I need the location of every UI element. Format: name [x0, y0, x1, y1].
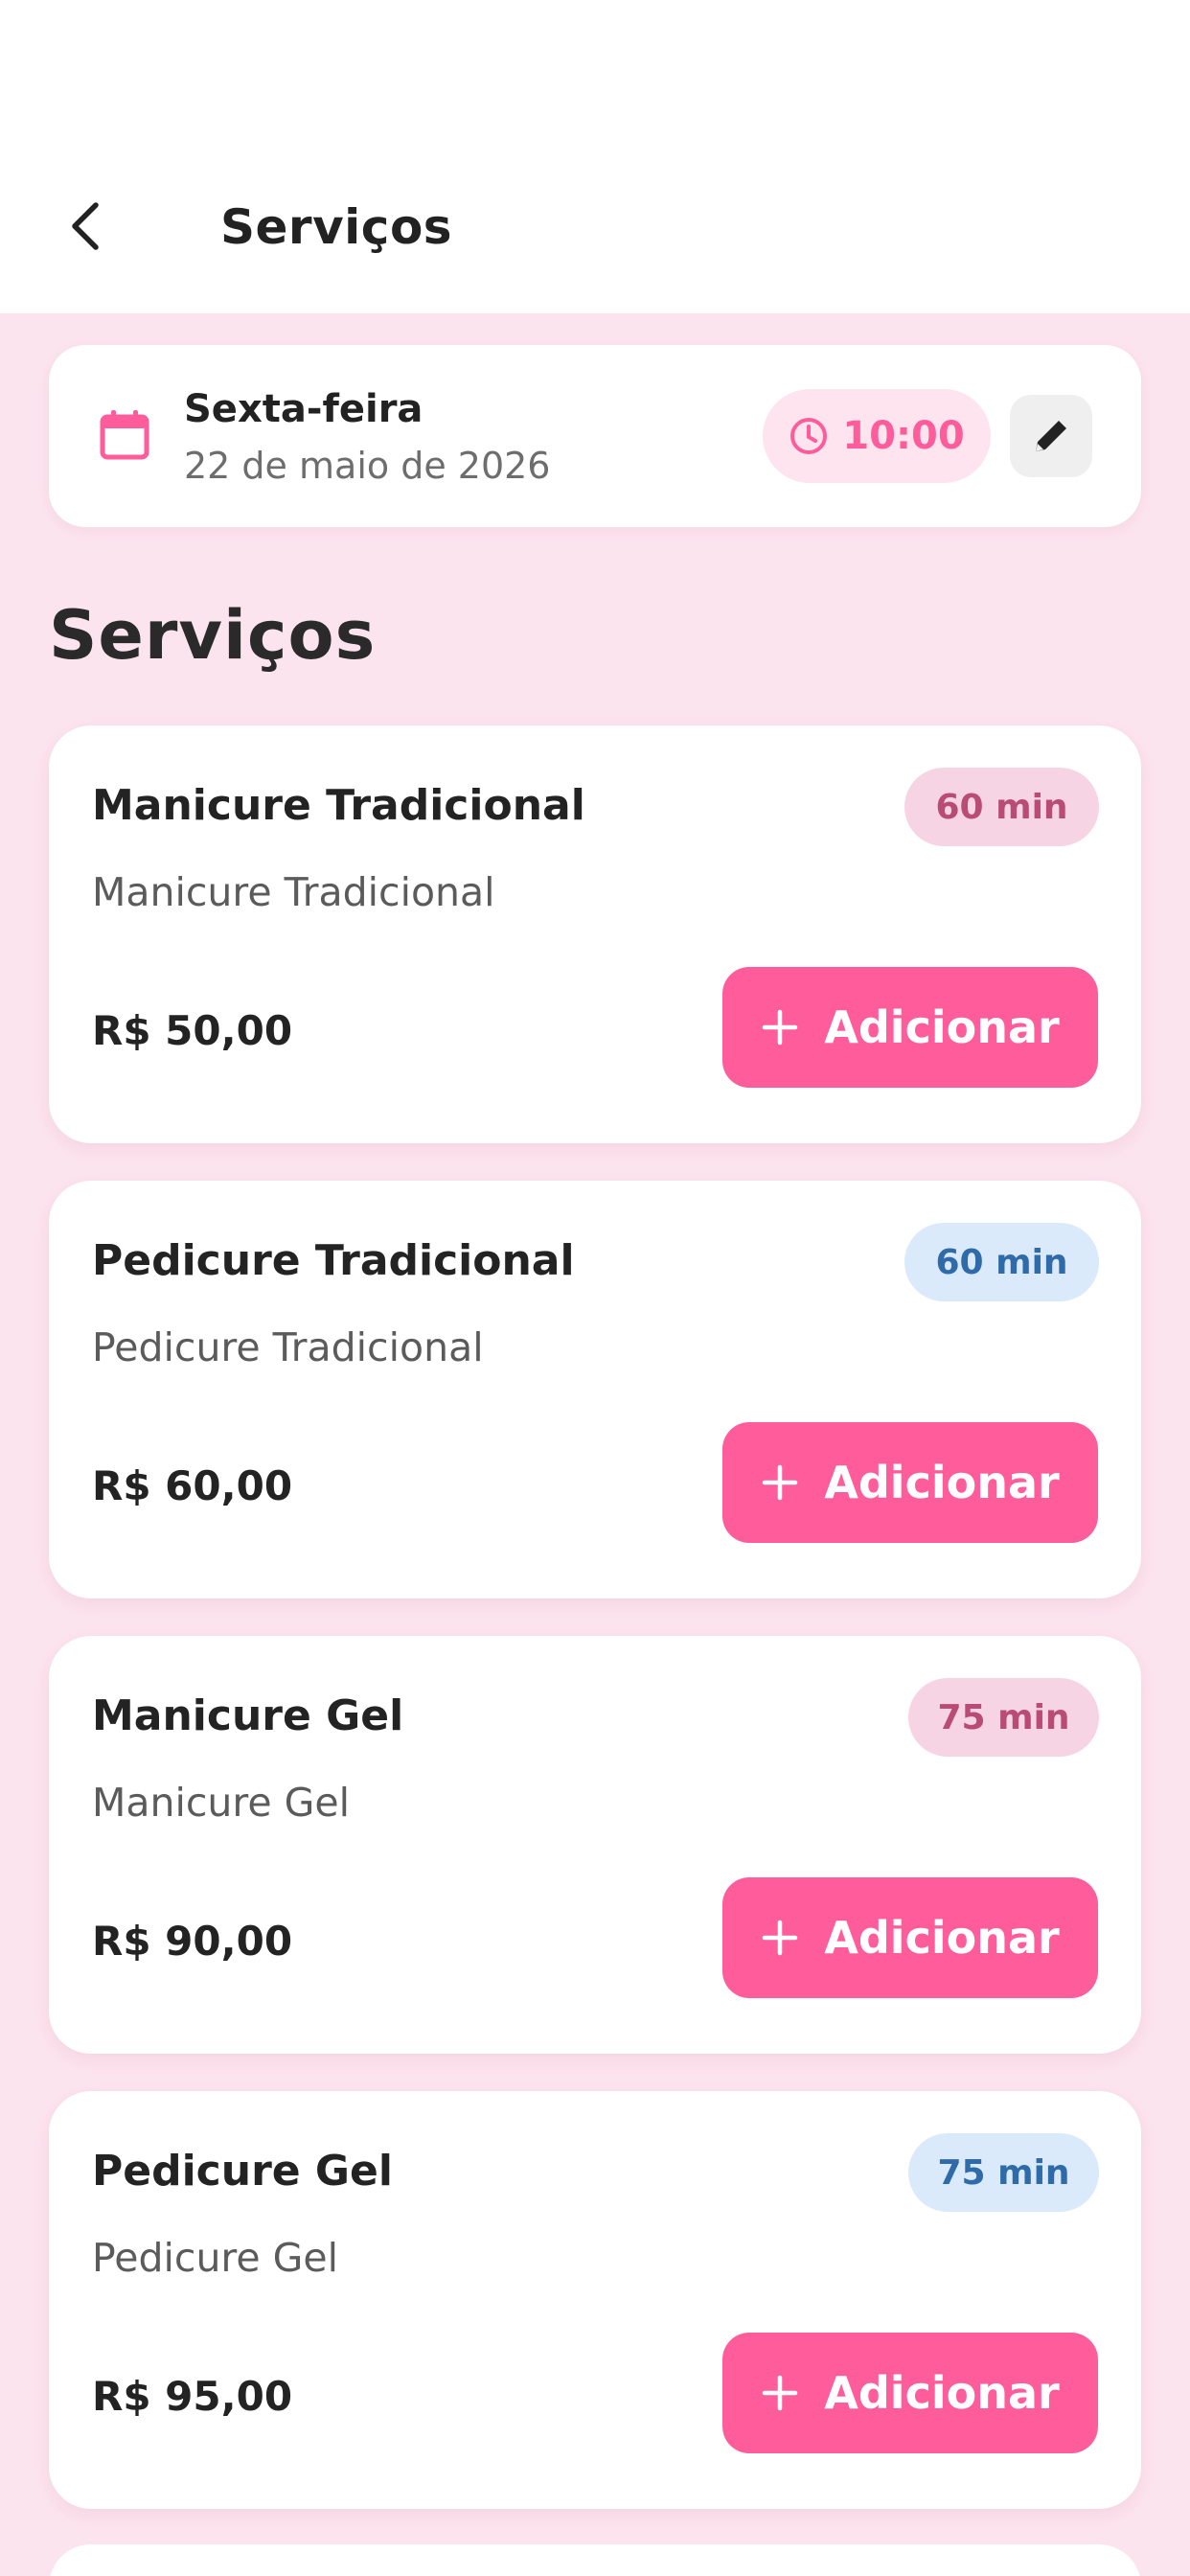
- app-bar: Serviços: [0, 0, 1190, 313]
- plus-icon: [763, 1920, 798, 1956]
- plus-icon: [763, 2375, 798, 2411]
- duration-badge: 60 min: [904, 1223, 1099, 1301]
- clock-icon: [790, 418, 828, 454]
- service-price: R$ 95,00: [92, 2373, 293, 2420]
- pencil-icon: [1036, 421, 1066, 451]
- add-button-label: Adicionar: [824, 1457, 1060, 1508]
- add-button-label: Adicionar: [824, 2367, 1060, 2419]
- calendar-icon: [100, 410, 149, 460]
- back-button[interactable]: [52, 192, 121, 261]
- date-weekday: Sexta-feira: [184, 387, 423, 431]
- service-card: Pedicure Gel 75 min Pedicure Gel R$ 95,0…: [49, 2091, 1141, 2509]
- service-description: Manicure Tradicional: [92, 869, 495, 915]
- add-service-button[interactable]: Adicionar: [722, 2333, 1098, 2453]
- service-card: Manicure Tradicional 60 min Manicure Tra…: [49, 725, 1141, 1143]
- plus-icon: [763, 1009, 798, 1046]
- service-price: R$ 90,00: [92, 1918, 293, 1965]
- page-title: Serviços: [220, 199, 453, 255]
- service-name: Pedicure Gel: [92, 2147, 393, 2196]
- service-name: Manicure Gel: [92, 1691, 404, 1740]
- service-price: R$ 50,00: [92, 1007, 293, 1054]
- service-description: Pedicure Gel: [92, 2235, 339, 2281]
- duration-badge: 60 min: [904, 768, 1099, 846]
- duration-badge: 75 min: [908, 2133, 1099, 2212]
- service-card-partial: [49, 2544, 1141, 2576]
- add-service-button[interactable]: Adicionar: [722, 1422, 1098, 1543]
- edit-date-button[interactable]: [1010, 395, 1092, 477]
- add-button-label: Adicionar: [824, 1001, 1060, 1053]
- chevron-left-icon: [72, 202, 99, 250]
- service-name: Pedicure Tradicional: [92, 1236, 575, 1285]
- service-description: Pedicure Tradicional: [92, 1324, 484, 1370]
- time-value: 10:00: [842, 414, 965, 458]
- date-full: 22 de maio de 2026: [184, 445, 551, 487]
- add-button-label: Adicionar: [824, 1912, 1060, 1964]
- plus-icon: [763, 1464, 798, 1501]
- add-service-button[interactable]: Adicionar: [722, 1877, 1098, 1998]
- service-card: Pedicure Tradicional 60 min Pedicure Tra…: [49, 1181, 1141, 1598]
- service-name: Manicure Tradicional: [92, 781, 585, 830]
- duration-badge: 75 min: [908, 1678, 1099, 1757]
- add-service-button[interactable]: Adicionar: [722, 967, 1098, 1088]
- service-card: Manicure Gel 75 min Manicure Gel R$ 90,0…: [49, 1636, 1141, 2054]
- time-badge[interactable]: 10:00: [763, 389, 991, 483]
- section-title: Serviços: [49, 596, 377, 675]
- service-description: Manicure Gel: [92, 1780, 351, 1826]
- service-price: R$ 60,00: [92, 1462, 293, 1509]
